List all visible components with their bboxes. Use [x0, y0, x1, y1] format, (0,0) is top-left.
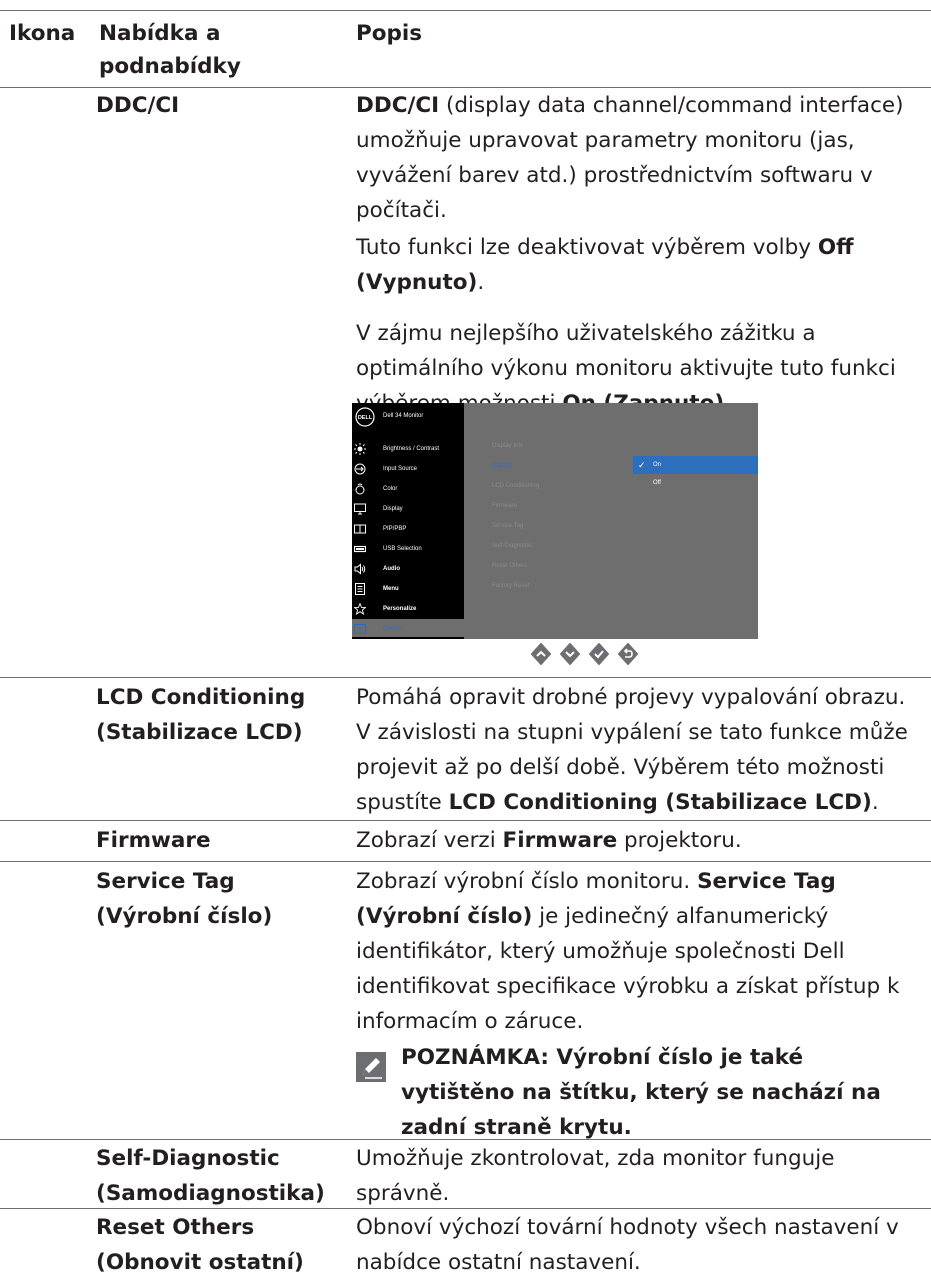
audio-icon	[354, 563, 366, 575]
self-diagnostic-desc: Umožňuje zkontrolovat, zda monitor fungu…	[356, 1146, 835, 1206]
osd-menu-item-personalize[interactable]: Personalize	[352, 599, 464, 619]
check-icon: ✓	[638, 460, 646, 470]
osd-option-on[interactable]: ✓ On	[633, 456, 758, 474]
row-name-service-tag: Service Tag (Výrobní číslo)	[96, 869, 273, 929]
osd-sub-firmware[interactable]: Firmware	[492, 503, 517, 509]
note-text: POZNÁMKA: Výrobní číslo je také vytištěn…	[401, 1045, 881, 1140]
dell-logo-icon: DELL	[355, 407, 375, 427]
row-name-lcd: LCD Conditioning (Stabilizace LCD)	[96, 685, 306, 745]
osd-menu-item-usb[interactable]: USB Selection	[352, 539, 464, 559]
osd-screenshot: DELL Dell 34 Monitor Brightness / Contra…	[352, 403, 758, 639]
firmware-desc: Zobrazí verzi Firmware projektoru.	[356, 828, 742, 853]
osd-sub-factory-reset[interactable]: Factory Reset	[492, 583, 529, 589]
osd-menu-item-menu[interactable]: Menu	[352, 579, 464, 599]
svg-text:DELL: DELL	[358, 415, 373, 421]
lcd-desc: Pomáhá opravit drobné projevy vypalování…	[356, 685, 908, 815]
menu-icon	[355, 583, 365, 595]
osd-menu-item-audio[interactable]: Audio	[352, 559, 464, 579]
osd-menu-panel: DELL Dell 34 Monitor Brightness / Contra…	[352, 403, 464, 639]
reset-others-desc: Obnoví výchozí tovární hodnoty všech nas…	[356, 1215, 899, 1275]
osd-sub-ddcci[interactable]: DDC/CI	[492, 463, 513, 469]
osd-menu-item-others[interactable]: Others	[352, 619, 464, 637]
osd-sub-reset-others[interactable]: Reset Others	[492, 563, 527, 569]
osd-menu-item-input-source[interactable]: Input Source	[352, 459, 464, 479]
input-source-icon	[354, 463, 366, 475]
osd-sub-service-tag[interactable]: Service Tag	[492, 523, 523, 529]
row-name-firmware: Firmware	[96, 828, 211, 853]
row-rule-3	[0, 861, 931, 862]
osd-sub-self-diagnostic[interactable]: Self-Diagnostic	[492, 543, 532, 549]
note-pencil-icon	[356, 1052, 386, 1082]
row-rule-5	[0, 1208, 931, 1209]
ddc-desc-p1: DDC/CI (display data channel/command int…	[356, 93, 904, 223]
osd-option-off[interactable]: Off	[653, 480, 661, 486]
row-rule-2	[0, 820, 931, 821]
osd-sub-display-info[interactable]: Display Info	[492, 443, 523, 449]
confirm-button-icon	[589, 643, 609, 665]
brightness-icon	[354, 443, 366, 455]
row-name-reset-others: Reset Others (Obnovit ostatní)	[96, 1215, 304, 1275]
table-top-rule	[0, 10, 931, 11]
col-header-description: Popis	[356, 21, 423, 46]
row-name-self-diagnostic: Self-Diagnostic (Samodiagnostika)	[96, 1146, 325, 1206]
osd-title: Dell 34 Monitor	[383, 413, 424, 419]
service-tag-desc: Zobrazí výrobní číslo monitoru. Service …	[356, 869, 900, 1034]
others-icon	[354, 624, 366, 634]
star-icon	[354, 603, 366, 615]
osd-menu-item-color[interactable]: Color	[352, 479, 464, 499]
back-button-icon	[618, 643, 638, 665]
osd-menu-item-display[interactable]: Display	[352, 499, 464, 519]
up-arrow-button-icon	[531, 643, 551, 665]
row-rule-1	[0, 677, 931, 678]
osd-sub-lcd-conditioning[interactable]: LCD Conditioning	[492, 483, 539, 489]
display-icon	[354, 503, 366, 515]
ddc-desc-p2: Tuto funkci lze deaktivovat výběrem volb…	[356, 235, 854, 295]
col-header-icon: Ikona	[9, 21, 76, 46]
down-arrow-button-icon	[560, 643, 580, 665]
osd-menu-item-brightness[interactable]: Brightness / Contrast	[352, 439, 464, 459]
col-header-menu: Nabídka a podnabídky	[99, 21, 241, 79]
color-icon	[355, 483, 365, 495]
usb-icon	[354, 545, 366, 553]
row-name-ddc: DDC/CI	[96, 93, 180, 118]
pip-icon	[354, 524, 366, 534]
osd-menu-item-pip[interactable]: PIP/PBP	[352, 519, 464, 539]
row-rule-4	[0, 1139, 931, 1140]
